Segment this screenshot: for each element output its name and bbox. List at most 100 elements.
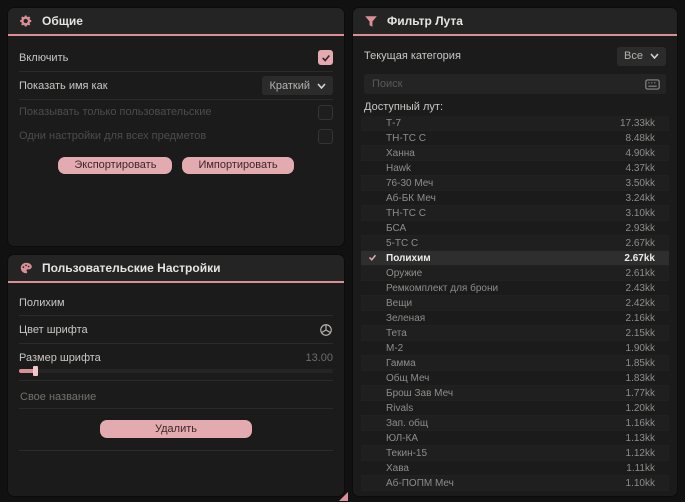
- item-name: ТН-ТС С: [386, 207, 426, 219]
- list-item[interactable]: Ханна 4.90kk: [361, 146, 669, 161]
- search-input[interactable]: [370, 77, 639, 91]
- gear-icon: [19, 14, 33, 28]
- import-button[interactable]: Импортировать: [182, 157, 294, 174]
- dropdown-value: Краткий: [269, 79, 310, 92]
- item-name: Аб-БК Меч: [386, 192, 436, 204]
- list-item[interactable]: Хава 1.11kk: [361, 461, 669, 476]
- item-value: 17.33kk: [619, 117, 655, 129]
- list-item[interactable]: Текин-15 1.12kk: [361, 446, 669, 461]
- category-dropdown[interactable]: Все: [617, 46, 666, 66]
- item-value: 1.11kk: [626, 462, 655, 474]
- item-value: 1.90kk: [625, 342, 655, 354]
- general-panel: Общие Включить Показать имя как Краткий …: [7, 7, 345, 247]
- item-name: Гамма: [386, 357, 416, 369]
- list-item[interactable]: Hawk 4.37kk: [361, 161, 669, 176]
- item-value: 4.37kk: [625, 162, 655, 174]
- display-name-dropdown[interactable]: Краткий: [262, 76, 333, 95]
- same-settings-checkbox: [318, 128, 333, 144]
- list-item[interactable]: Вещи 2.42kk: [361, 296, 669, 311]
- item-value: 3.24kk: [625, 192, 655, 204]
- list-item[interactable]: Т-7 17.33kk: [361, 116, 669, 131]
- keyboard-icon[interactable]: [645, 78, 660, 90]
- item-name: БСА: [386, 222, 407, 234]
- item-name: Зеленая: [386, 312, 426, 324]
- list-item[interactable]: ТН-ТС С 3.10kk: [361, 206, 669, 221]
- check-icon: [321, 54, 330, 62]
- dropdown-value: Все: [624, 50, 643, 62]
- only-custom-label: Показывать только пользовательские: [19, 106, 212, 118]
- item-value: 1.85kk: [625, 357, 655, 369]
- search-bar: [364, 74, 666, 94]
- list-item[interactable]: Ремкомплект для брони 2.43kk: [361, 281, 669, 296]
- export-button[interactable]: Экспортировать: [58, 157, 173, 174]
- list-item[interactable]: Зеленая 2.16kk: [361, 311, 669, 326]
- only-custom-row: Показывать только пользовательские: [19, 100, 333, 124]
- item-value: 1.12kk: [625, 447, 655, 459]
- font-color-label: Цвет шрифта: [19, 323, 88, 336]
- selected-item-name: Полихим: [19, 297, 65, 309]
- item-name: Вещи: [386, 297, 413, 309]
- divider: [19, 450, 333, 451]
- font-size-slider[interactable]: [19, 366, 333, 376]
- item-value: 3.10kk: [625, 207, 655, 219]
- chevron-down-icon: [650, 53, 659, 59]
- item-value: 4.90kk: [625, 147, 655, 159]
- list-item[interactable]: Аб-ПОПМ Меч 1.10kk: [361, 476, 669, 491]
- item-name: Ханна: [386, 147, 415, 159]
- list-item[interactable]: Тета 2.15kk: [361, 326, 669, 341]
- list-item[interactable]: Брош Зав Меч 1.77kk: [361, 386, 669, 401]
- item-name: 76-30 Меч: [386, 177, 434, 189]
- selected-item-row: Полихим: [19, 291, 333, 315]
- loot-filter-panel: Фильтр Лута Текущая категория Все Доступ…: [352, 7, 678, 497]
- item-name: Брош Зав Меч: [386, 387, 454, 399]
- resize-grip[interactable]: [339, 492, 348, 501]
- item-name: Текин-15: [386, 447, 428, 459]
- item-value: 1.10kk: [625, 477, 655, 489]
- list-item[interactable]: Гамма 1.85kk: [361, 356, 669, 371]
- user-settings-panel: Пользовательские Настройки Полихим Цвет …: [7, 254, 345, 497]
- list-item[interactable]: Общ Меч 1.83kk: [361, 371, 669, 386]
- item-name: Hawk: [386, 162, 412, 174]
- item-value: 2.61kk: [625, 267, 655, 279]
- enable-label: Включить: [19, 51, 69, 64]
- funnel-icon: [364, 15, 378, 28]
- item-name: Ремкомплект для брони: [386, 282, 499, 294]
- item-value: 2.67kk: [624, 252, 655, 264]
- list-item[interactable]: Аб-БК Меч 3.24kk: [361, 191, 669, 206]
- slider-handle[interactable]: [33, 366, 38, 376]
- item-value: 1.20kk: [625, 402, 655, 414]
- item-name: Аб-ПОПМ Меч: [386, 477, 454, 489]
- item-value: 1.77kk: [625, 387, 655, 399]
- item-name: ТН-ТС С: [386, 132, 426, 144]
- item-value: 1.16kk: [625, 417, 655, 429]
- list-item[interactable]: М-2 1.90kk: [361, 341, 669, 356]
- font-color-row: Цвет шрифта: [19, 316, 333, 343]
- delete-button[interactable]: Удалить: [100, 420, 252, 438]
- list-item[interactable]: ЮЛ-КА 1.13kk: [361, 431, 669, 446]
- item-value: 1.83kk: [625, 372, 655, 384]
- list-item[interactable]: Зап. общ 1.16kk: [361, 416, 669, 431]
- item-name: Полихим: [386, 252, 431, 264]
- color-wheel-icon[interactable]: [319, 323, 333, 337]
- item-name: Общ Меч: [386, 372, 430, 384]
- user-settings-header: Пользовательские Настройки: [8, 255, 344, 281]
- item-value: 2.93kk: [625, 222, 655, 234]
- category-label: Текущая категория: [364, 50, 461, 62]
- item-name: М-2: [386, 342, 404, 354]
- item-name: 5-ТС С: [386, 237, 419, 249]
- list-item[interactable]: ТН-ТС С 8.48kk: [361, 131, 669, 146]
- only-custom-checkbox: [318, 104, 333, 120]
- list-item[interactable]: Rivals 1.20kk: [361, 401, 669, 416]
- enable-checkbox[interactable]: [318, 50, 333, 65]
- list-item[interactable]: Оружие 2.61kk: [361, 266, 669, 281]
- list-item[interactable]: 5-ТС С 2.67kk: [361, 236, 669, 251]
- same-settings-row: Одни настройки для всех предметов: [19, 124, 333, 148]
- palette-icon: [19, 261, 33, 275]
- list-item[interactable]: БСА 2.93kk: [361, 221, 669, 236]
- item-value: 2.43kk: [625, 282, 655, 294]
- list-item[interactable]: 76-30 Меч 3.50kk: [361, 176, 669, 191]
- list-item[interactable]: Полихим 2.67kk: [361, 251, 669, 266]
- custom-name-input[interactable]: [19, 386, 333, 409]
- same-settings-label: Одни настройки для всех предметов: [19, 130, 207, 142]
- item-value: 2.67kk: [625, 237, 655, 249]
